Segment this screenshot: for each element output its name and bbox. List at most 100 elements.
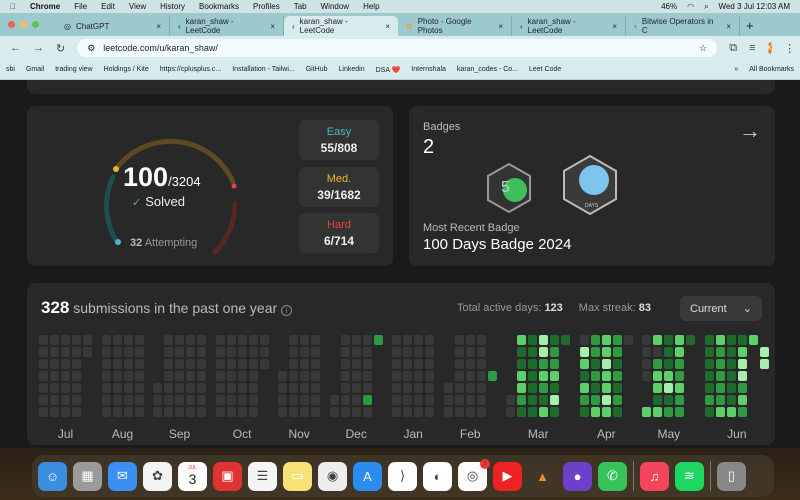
heatmap-cell[interactable] xyxy=(675,347,685,357)
heatmap-cell[interactable] xyxy=(311,383,321,393)
heatmap-cell[interactable] xyxy=(737,335,747,345)
heatmap-cell[interactable] xyxy=(248,395,258,405)
heatmap-cell[interactable] xyxy=(465,371,475,381)
heatmap-cell[interactable] xyxy=(123,347,133,357)
heatmap-cell[interactable] xyxy=(443,407,453,417)
heatmap-cell[interactable] xyxy=(579,371,589,381)
heatmap-cell[interactable] xyxy=(340,407,350,417)
bookmark-karan-codes[interactable]: karan_codes - Co... xyxy=(457,66,518,73)
heatmap-cell[interactable] xyxy=(715,383,725,393)
heatmap-cell[interactable] xyxy=(83,347,92,357)
heatmap-cell[interactable] xyxy=(340,347,350,357)
heatmap-cell[interactable] xyxy=(425,395,435,405)
heatmap-cell[interactable] xyxy=(186,383,196,393)
heatmap-cell[interactable] xyxy=(403,407,413,417)
heatmap-cell[interactable] xyxy=(278,407,288,417)
heatmap-cell[interactable] xyxy=(186,395,196,405)
heatmap-cell[interactable] xyxy=(704,371,714,381)
app-store-icon[interactable]: A xyxy=(353,461,382,491)
heatmap-cell[interactable] xyxy=(101,395,111,405)
heatmap-cell[interactable] xyxy=(215,395,225,405)
heatmap-cell[interactable] xyxy=(362,395,372,405)
heatmap-cell[interactable] xyxy=(726,371,736,381)
heatmap-cell[interactable] xyxy=(72,347,81,357)
heatmap-cell[interactable] xyxy=(351,371,361,381)
heatmap-cell[interactable] xyxy=(289,383,299,393)
heatmap-cell[interactable] xyxy=(311,371,321,381)
heatmap-cell[interactable] xyxy=(215,407,225,417)
heatmap-cell[interactable] xyxy=(175,347,185,357)
heatmap-cell[interactable] xyxy=(550,359,560,369)
heatmap-cell[interactable] xyxy=(83,335,92,345)
instagram-icon[interactable]: ◎ 1 xyxy=(458,458,490,491)
heatmap-cell[interactable] xyxy=(226,335,236,345)
heatmap-cell[interactable] xyxy=(425,383,435,393)
heatmap-cell[interactable] xyxy=(664,407,674,417)
heatmap-cell[interactable] xyxy=(737,359,747,369)
heatmap-cell[interactable] xyxy=(72,371,81,381)
heatmap-cell[interactable] xyxy=(737,395,747,405)
heatmap-cell[interactable] xyxy=(664,395,674,405)
heatmap-cell[interactable] xyxy=(175,359,185,369)
medium-stat[interactable]: Med. 39/1682 xyxy=(299,167,379,207)
heatmap-cell[interactable] xyxy=(414,347,424,357)
apple-icon[interactable]:  xyxy=(10,2,16,11)
minimize-window-button[interactable] xyxy=(20,21,27,28)
heatmap-cell[interactable] xyxy=(248,359,258,369)
heatmap-cell[interactable] xyxy=(289,347,299,357)
heatmap-cell[interactable] xyxy=(134,359,144,369)
vscode-icon[interactable]: ⟩ xyxy=(388,461,417,491)
wifi-icon[interactable]: ◠ xyxy=(687,2,694,12)
heatmap-cell[interactable] xyxy=(476,347,486,357)
heatmap-cell[interactable] xyxy=(164,347,174,357)
heatmap-cell[interactable] xyxy=(362,383,372,393)
heatmap-cell[interactable] xyxy=(237,383,247,393)
heatmap-cell[interactable] xyxy=(175,371,185,381)
heatmap-cell[interactable] xyxy=(278,383,288,393)
heatmap-cell[interactable] xyxy=(50,407,59,417)
heatmap-cell[interactable] xyxy=(300,335,310,345)
reading-list-icon[interactable]: ≡ xyxy=(749,42,755,54)
bookmark-internshala[interactable]: Internshala xyxy=(411,66,446,73)
menu-history[interactable]: History xyxy=(160,2,185,11)
heatmap-cell[interactable] xyxy=(311,359,321,369)
heatmap-cell[interactable] xyxy=(123,359,133,369)
photos-icon[interactable]: ✿ xyxy=(143,461,172,491)
heatmap-cell[interactable] xyxy=(39,347,48,357)
hard-stat[interactable]: Hard 6/714 xyxy=(299,213,379,253)
heatmap-cell[interactable] xyxy=(259,347,269,357)
heatmap-cell[interactable] xyxy=(517,371,527,381)
tab-google-photos[interactable]: ✿ Photo - Google Photos × xyxy=(398,16,512,36)
heatmap-cell[interactable] xyxy=(517,407,527,417)
heatmap-cell[interactable] xyxy=(112,347,122,357)
close-tab-icon[interactable]: × xyxy=(498,22,503,31)
heatmap-cell[interactable] xyxy=(454,359,464,369)
heatmap-cell[interactable] xyxy=(197,407,207,417)
heatmap-cell[interactable] xyxy=(454,395,464,405)
heatmap-cell[interactable] xyxy=(72,359,81,369)
heatmap-cell[interactable] xyxy=(50,335,59,345)
heatmap-cell[interactable] xyxy=(392,359,402,369)
trash-icon[interactable]: ▯ xyxy=(717,461,746,491)
menu-view[interactable]: View xyxy=(129,2,146,11)
photo-booth-icon[interactable]: ▣ xyxy=(213,461,242,491)
heatmap-cell[interactable] xyxy=(186,371,196,381)
menu-file[interactable]: File xyxy=(74,2,87,11)
heatmap-cell[interactable] xyxy=(465,359,475,369)
heatmap-cell[interactable] xyxy=(259,335,269,345)
heatmap-cell[interactable] xyxy=(289,395,299,405)
heatmap-cell[interactable] xyxy=(164,395,174,405)
heatmap-cell[interactable] xyxy=(726,407,736,417)
heatmap-cell[interactable] xyxy=(704,407,714,417)
heatmap-cell[interactable] xyxy=(215,359,225,369)
heatmap-cell[interactable] xyxy=(351,395,361,405)
heatmap-cell[interactable] xyxy=(215,383,225,393)
heatmap-cell[interactable] xyxy=(653,371,663,381)
heatmap-cell[interactable] xyxy=(403,347,413,357)
more-bookmarks-icon[interactable]: » xyxy=(734,66,738,73)
heatmap-cell[interactable] xyxy=(590,359,600,369)
notes-icon[interactable]: ▭ xyxy=(283,461,312,491)
heatmap-cell[interactable] xyxy=(153,395,163,405)
heatmap-cell[interactable] xyxy=(237,335,247,345)
edge-icon[interactable]: ◐ xyxy=(423,461,452,491)
